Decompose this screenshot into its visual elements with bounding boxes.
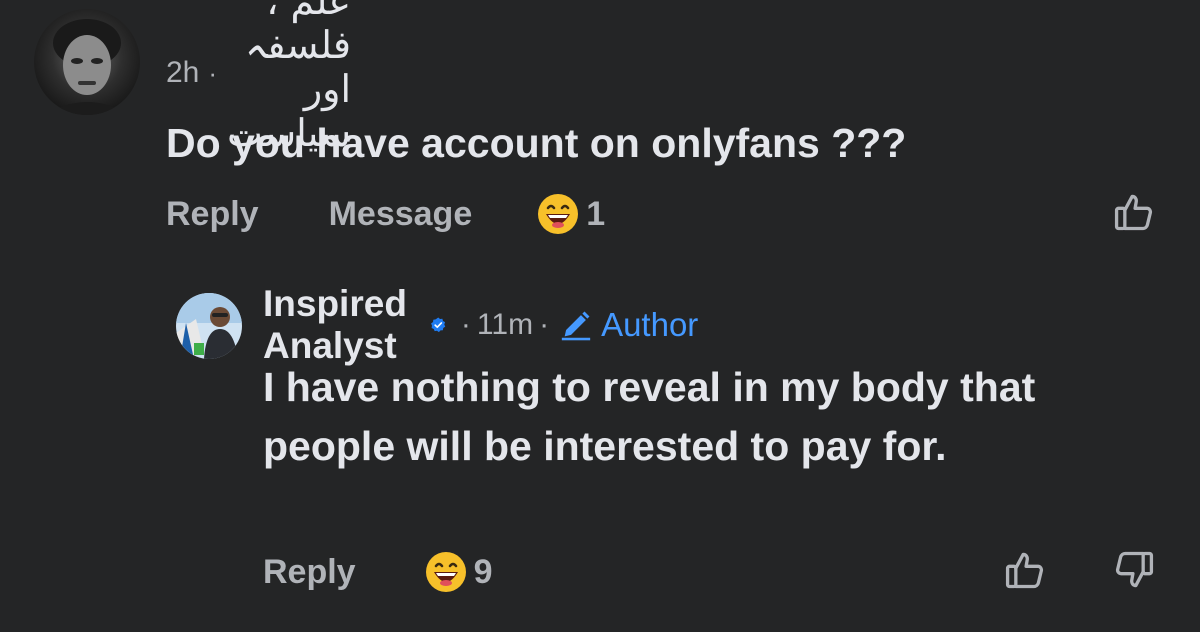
reaction-count: 1 <box>586 194 606 233</box>
thumbs-up-icon[interactable] <box>1003 548 1047 592</box>
comment-meta: 2h · علم ، فلسفہ اور سیاست <box>166 0 351 155</box>
reply-meta: Inspired Analyst · 11m · Author <box>263 283 698 366</box>
comment-actions: Reply Message 1 <box>166 190 605 238</box>
author-label: Author <box>601 306 699 343</box>
timestamp: 11m <box>476 308 534 341</box>
reply-button[interactable]: Reply <box>166 195 259 234</box>
timestamp: 2h <box>166 56 200 89</box>
reply-button[interactable]: Reply <box>263 553 356 592</box>
separator-dot: · <box>539 308 550 341</box>
separator-dot: · <box>208 57 218 88</box>
avatar[interactable] <box>34 9 140 115</box>
username[interactable]: Inspired Analyst <box>263 283 420 367</box>
reaction-summary[interactable]: 1 <box>536 192 605 236</box>
reply-actions: Reply 9 <box>263 548 493 596</box>
laughing-face-icon <box>425 552 466 592</box>
verified-badge-icon <box>431 317 446 333</box>
thumbs-up-icon[interactable] <box>1112 190 1156 234</box>
thumbs-down-icon[interactable] <box>1112 548 1156 592</box>
separator-dot: · <box>460 308 471 341</box>
message-button[interactable]: Message <box>329 195 473 234</box>
pencil-icon <box>561 311 591 341</box>
reaction-count: 9 <box>473 552 493 591</box>
avatar[interactable] <box>176 293 242 359</box>
reply-text: I have nothing to reveal in my body that… <box>263 364 1036 469</box>
comment-text: Do you have account on onlyfans ??? <box>166 120 907 166</box>
reaction-summary[interactable]: 9 <box>424 550 493 594</box>
laughing-face-icon <box>538 194 579 234</box>
author-badge: Author <box>559 306 698 344</box>
